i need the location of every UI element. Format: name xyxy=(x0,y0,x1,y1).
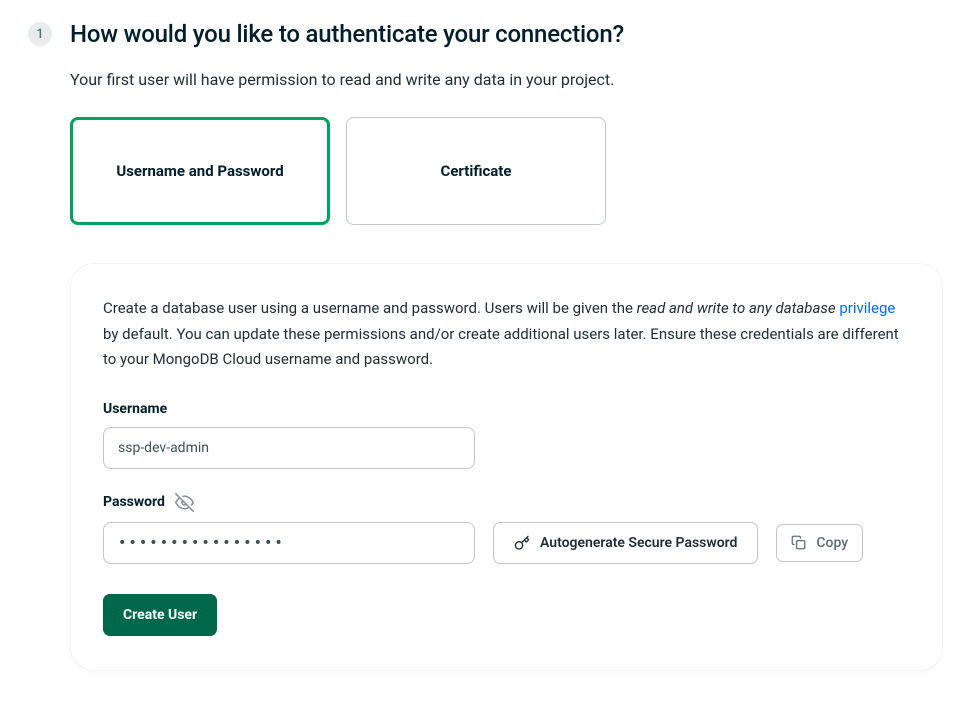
intro-text-segment: Create a database user using a username … xyxy=(103,299,637,317)
username-field-block: Username xyxy=(103,401,910,469)
copy-password-button[interactable]: Copy xyxy=(776,524,863,562)
autogenerate-password-button[interactable]: Autogenerate Secure Password xyxy=(493,522,758,564)
form-intro-text: Create a database user using a username … xyxy=(103,296,910,373)
option-username-password[interactable]: Username and Password xyxy=(70,117,330,225)
option-label: Username and Password xyxy=(116,162,283,180)
password-field-block: Password Autogenerate Secur xyxy=(103,493,910,564)
username-label: Username xyxy=(103,401,910,417)
option-label: Certificate xyxy=(441,162,512,180)
page-title: How would you like to authenticate your … xyxy=(70,20,624,48)
option-certificate[interactable]: Certificate xyxy=(346,117,606,225)
auth-option-cards: Username and Password Certificate xyxy=(70,117,943,225)
create-user-panel: Create a database user using a username … xyxy=(70,263,943,671)
privilege-link[interactable]: privilege xyxy=(839,299,895,317)
username-input[interactable] xyxy=(103,427,475,469)
intro-text-segment: by default. You can update these permiss… xyxy=(103,325,899,369)
create-user-button[interactable]: Create User xyxy=(103,594,217,636)
step-number-badge: 1 xyxy=(28,22,52,46)
subtitle-text: Your first user will have permission to … xyxy=(70,70,943,89)
copy-icon xyxy=(791,535,806,550)
autogenerate-label: Autogenerate Secure Password xyxy=(540,535,737,551)
intro-italic-segment: read and write to any database xyxy=(637,299,836,317)
copy-label: Copy xyxy=(816,535,848,551)
password-label: Password xyxy=(103,494,165,510)
eye-slash-icon[interactable] xyxy=(175,493,194,512)
create-user-label: Create User xyxy=(123,607,197,623)
password-input[interactable] xyxy=(103,522,475,564)
key-icon xyxy=(514,535,530,551)
